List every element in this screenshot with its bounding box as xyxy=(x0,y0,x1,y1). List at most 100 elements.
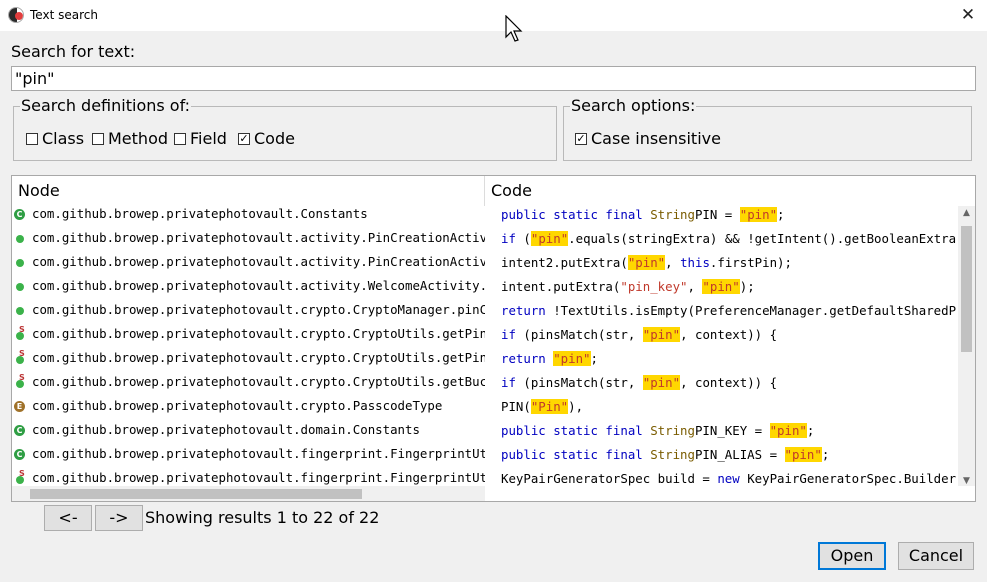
code-cell[interactable]: if ("pin".equals(stringExtra) && !getInt… xyxy=(501,227,959,251)
scroll-down-arrow-icon[interactable]: ▼ xyxy=(958,476,975,486)
node-text: com.github.browep.privatephotovault.fing… xyxy=(32,446,485,461)
code-checkbox[interactable]: ✓ Code xyxy=(238,129,295,148)
code-cell[interactable]: PIN("Pin"), xyxy=(501,395,959,419)
node-cell[interactable]: com.github.browep.privatephotovault.acti… xyxy=(12,251,485,275)
code-token: if xyxy=(501,231,524,246)
field-checkbox-box[interactable] xyxy=(174,132,186,145)
code-token: , xyxy=(687,279,703,294)
match-highlight: "pin" xyxy=(642,375,681,390)
node-cell[interactable]: Ccom.github.browep.privatephotovault.dom… xyxy=(12,419,485,443)
node-cell[interactable]: Scom.github.browep.privatephotovault.cry… xyxy=(12,323,485,347)
close-icon[interactable]: ✕ xyxy=(957,4,979,26)
code-cell[interactable]: public static final StringPIN = "pin"; xyxy=(501,203,959,227)
search-options-group: Search options: ✓ Case insensitive xyxy=(563,96,972,161)
node-text: com.github.browep.privatephotovault.doma… xyxy=(32,422,420,437)
code-cell[interactable]: intent.putExtra("pin_key", "pin"); xyxy=(501,275,959,299)
search-label: Search for text: xyxy=(11,42,136,61)
match-highlight: "pin" xyxy=(769,423,807,438)
code-cell[interactable]: return "pin"; xyxy=(501,347,959,371)
code-token: String xyxy=(650,423,695,438)
code-checkbox-box[interactable]: ✓ xyxy=(238,132,250,145)
table-row[interactable]: Ecom.github.browep.privatephotovault.cry… xyxy=(12,395,958,419)
code-token: ; xyxy=(590,351,598,366)
code-token: public static final xyxy=(501,447,651,462)
code-token: return xyxy=(501,303,554,318)
method-checkbox-box[interactable] xyxy=(92,132,104,145)
case-insensitive-checkbox-box[interactable]: ✓ xyxy=(575,132,587,145)
enum-icon: E xyxy=(14,401,25,412)
table-row[interactable]: com.github.browep.privatephotovault.acti… xyxy=(12,275,958,299)
table-row[interactable]: Ccom.github.browep.privatephotovault.Con… xyxy=(12,203,958,227)
match-highlight: "pin" xyxy=(553,351,591,366)
node-cell[interactable]: com.github.browep.privatephotovault.cryp… xyxy=(12,299,485,323)
open-button[interactable]: Open xyxy=(818,542,886,570)
code-token: if xyxy=(501,375,524,390)
table-row[interactable]: com.github.browep.privatephotovault.acti… xyxy=(12,251,958,275)
code-token: PIN_ALIAS = xyxy=(694,447,785,462)
node-cell[interactable]: Ecom.github.browep.privatephotovault.cry… xyxy=(12,395,485,419)
table-row[interactable]: com.github.browep.privatephotovault.acti… xyxy=(12,227,959,251)
code-token: .firstPin); xyxy=(709,255,792,270)
code-column-header[interactable]: Code xyxy=(485,176,959,206)
code-token: , xyxy=(665,255,681,270)
mouse-cursor-icon xyxy=(505,15,523,42)
vertical-scrollbar[interactable]: ▲ ▼ xyxy=(958,206,975,486)
next-page-button[interactable]: -> xyxy=(95,505,143,531)
table-row[interactable]: Ccom.github.browep.privatephotovault.fin… xyxy=(12,443,958,467)
code-token: (pinsMatch(str, xyxy=(523,327,643,342)
code-token: public static final xyxy=(501,207,651,222)
table-row[interactable]: Scom.github.browep.privatephotovault.cry… xyxy=(12,323,958,347)
match-highlight: "pin" xyxy=(530,231,569,246)
table-row[interactable]: com.github.browep.privatephotovault.cryp… xyxy=(12,299,959,323)
code-cell[interactable]: public static final StringPIN_ALIAS = "p… xyxy=(501,443,959,467)
vertical-scroll-thumb[interactable] xyxy=(961,226,972,352)
node-cell[interactable]: com.github.browep.privatephotovault.acti… xyxy=(12,275,485,299)
node-text: com.github.browep.privatephotovault.acti… xyxy=(32,230,485,245)
code-token: "pin_key" xyxy=(620,279,688,294)
match-highlight: "pin" xyxy=(702,279,740,294)
scroll-up-arrow-icon[interactable]: ▲ xyxy=(958,208,975,218)
code-cell[interactable]: return !TextUtils.isEmpty(PreferenceMana… xyxy=(501,299,959,323)
node-cell[interactable]: Scom.github.browep.privatephotovault.cry… xyxy=(12,371,485,395)
code-token: , context)) { xyxy=(680,327,778,342)
node-text: com.github.browep.privatephotovault.fing… xyxy=(32,470,485,485)
node-cell[interactable]: Ccom.github.browep.privatephotovault.fin… xyxy=(12,443,485,467)
code-cell[interactable]: public static final StringPIN_KEY = "pin… xyxy=(501,419,959,443)
code-token: intent.putExtra( xyxy=(501,279,621,294)
class-checkbox-box[interactable] xyxy=(26,132,38,145)
class-checkbox[interactable]: Class xyxy=(26,129,84,148)
case-insensitive-checkbox[interactable]: ✓ Case insensitive xyxy=(575,129,721,148)
code-cell[interactable]: if (pinsMatch(str, "pin", context)) { xyxy=(501,371,959,395)
code-token: .equals(stringExtra) && !getIntent().get… xyxy=(568,231,959,246)
cancel-button[interactable]: Cancel xyxy=(898,542,974,570)
previous-page-button[interactable]: <- xyxy=(44,505,92,531)
window-title: Text search xyxy=(30,8,98,22)
code-token: PIN = xyxy=(694,207,740,222)
code-token: if xyxy=(501,327,524,342)
code-token: String xyxy=(650,207,695,222)
horizontal-scroll-thumb[interactable] xyxy=(30,489,362,499)
node-cell[interactable]: Scom.github.browep.privatephotovault.cry… xyxy=(12,347,485,371)
search-definitions-group: Search definitions of: Class Method Fiel… xyxy=(13,96,557,161)
code-token: ), xyxy=(568,399,584,414)
node-text: com.github.browep.privatephotovault.acti… xyxy=(32,254,485,269)
static-method-icon xyxy=(16,332,24,340)
node-cell[interactable]: com.github.browep.privatephotovault.acti… xyxy=(12,227,485,251)
code-token: intent2.putExtra( xyxy=(501,255,628,270)
table-row[interactable]: Scom.github.browep.privatephotovault.cry… xyxy=(12,371,958,395)
code-cell[interactable]: intent2.putExtra("pin", this.firstPin); xyxy=(501,251,959,275)
results-table[interactable]: Node Code Ccom.github.browep.privatephot… xyxy=(11,175,976,502)
code-cell[interactable]: KeyPairGeneratorSpec build = new KeyPair… xyxy=(501,467,959,491)
match-highlight: "Pin" xyxy=(530,399,569,414)
method-checkbox[interactable]: Method xyxy=(92,129,168,148)
node-cell[interactable]: Ccom.github.browep.privatephotovault.Con… xyxy=(12,203,485,227)
code-token: (pinsMatch(str, xyxy=(523,375,643,390)
table-row[interactable]: Scom.github.browep.privatephotovault.cry… xyxy=(12,347,958,371)
table-row[interactable]: Ccom.github.browep.privatephotovault.dom… xyxy=(12,419,958,443)
search-input[interactable]: "pin" xyxy=(11,66,976,91)
node-column-header[interactable]: Node xyxy=(12,176,485,206)
horizontal-scrollbar[interactable] xyxy=(12,486,485,501)
code-cell[interactable]: if (pinsMatch(str, "pin", context)) { xyxy=(501,323,959,347)
match-highlight: "pin" xyxy=(739,207,778,222)
field-checkbox[interactable]: Field xyxy=(174,129,227,148)
